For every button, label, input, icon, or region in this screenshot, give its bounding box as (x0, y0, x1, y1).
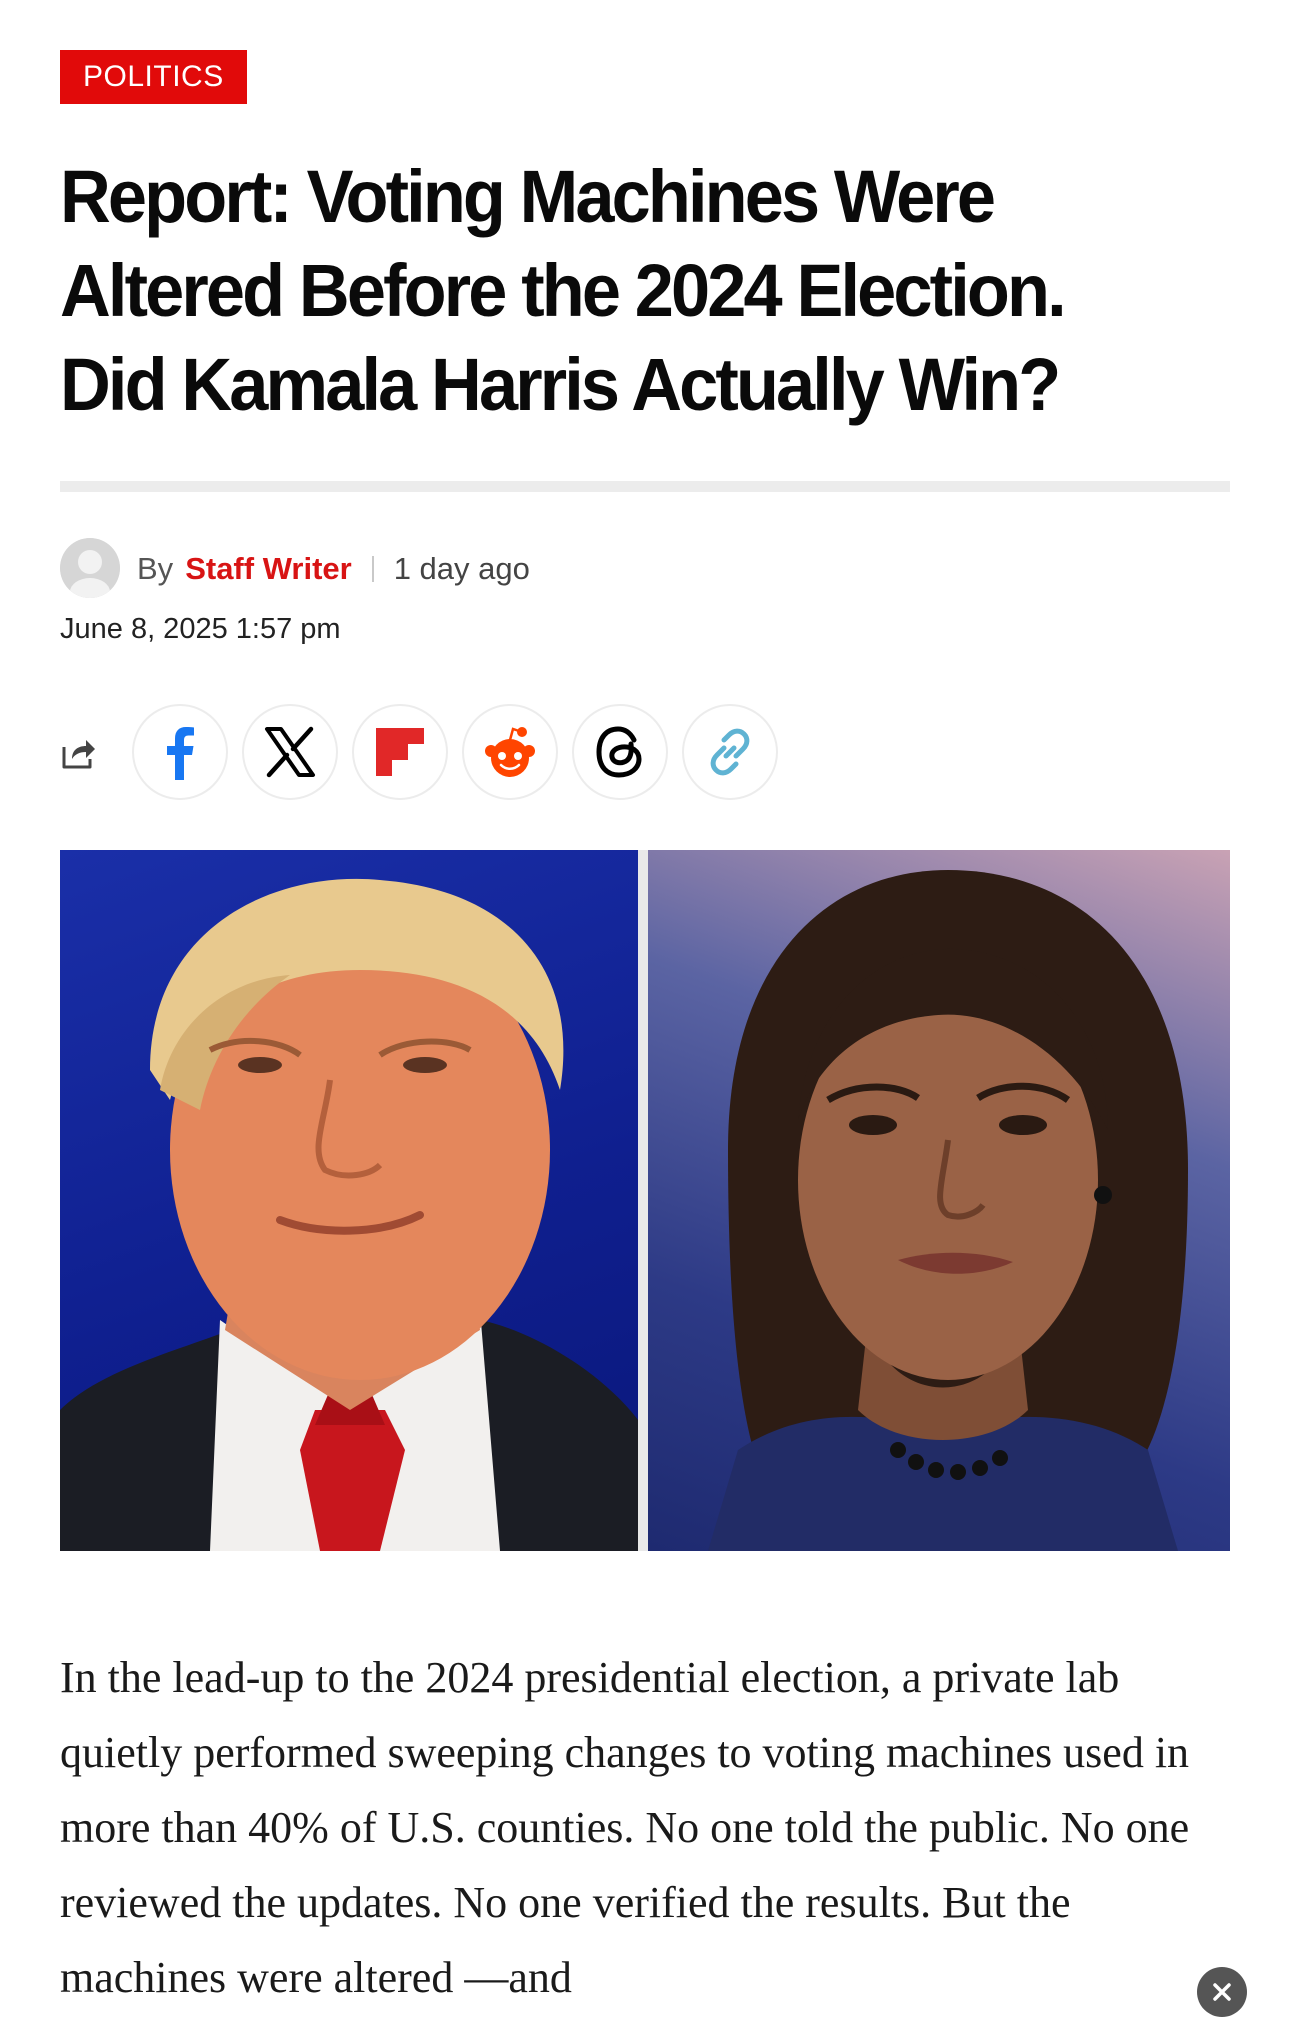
hero-image-left-panel (60, 850, 638, 1551)
publish-date: June 8, 2025 1:57 pm (60, 613, 341, 645)
divider (60, 481, 1230, 492)
share-flipboard-button[interactable] (352, 704, 448, 800)
share-copy-link-button[interactable] (682, 704, 778, 800)
x-icon (265, 726, 315, 778)
byline-prefix: By (137, 551, 174, 586)
byline: By Staff Writer 1 day ago (137, 549, 530, 589)
hero-image (60, 850, 1230, 1551)
article-body: In the lead-up to the 2024 presidential … (60, 1653, 1190, 2002)
relative-time: 1 day ago (393, 551, 530, 586)
share-reddit-button[interactable] (462, 704, 558, 800)
share-facebook-button[interactable] (132, 704, 228, 800)
author-avatar[interactable] (60, 538, 120, 598)
share-threads-button[interactable] (572, 704, 668, 800)
byline-separator (371, 556, 374, 582)
close-overlay-button[interactable] (1197, 1967, 1247, 2017)
threads-icon (596, 726, 642, 778)
hero-image-gap (638, 850, 648, 1551)
close-icon (1213, 1983, 1231, 2001)
reddit-icon (485, 727, 535, 777)
avatar-placeholder-icon (60, 538, 120, 598)
share-icon[interactable] (58, 733, 98, 773)
author-link[interactable]: Staff Writer (185, 551, 352, 587)
link-icon (710, 728, 750, 776)
hero-image-right-panel (648, 850, 1230, 1551)
share-x-button[interactable] (242, 704, 338, 800)
article-headline: Report: Voting Machines Were Altered Bef… (60, 155, 1067, 426)
category-badge[interactable]: POLITICS (60, 50, 247, 104)
flipboard-icon (376, 728, 424, 776)
facebook-icon (167, 727, 194, 780)
